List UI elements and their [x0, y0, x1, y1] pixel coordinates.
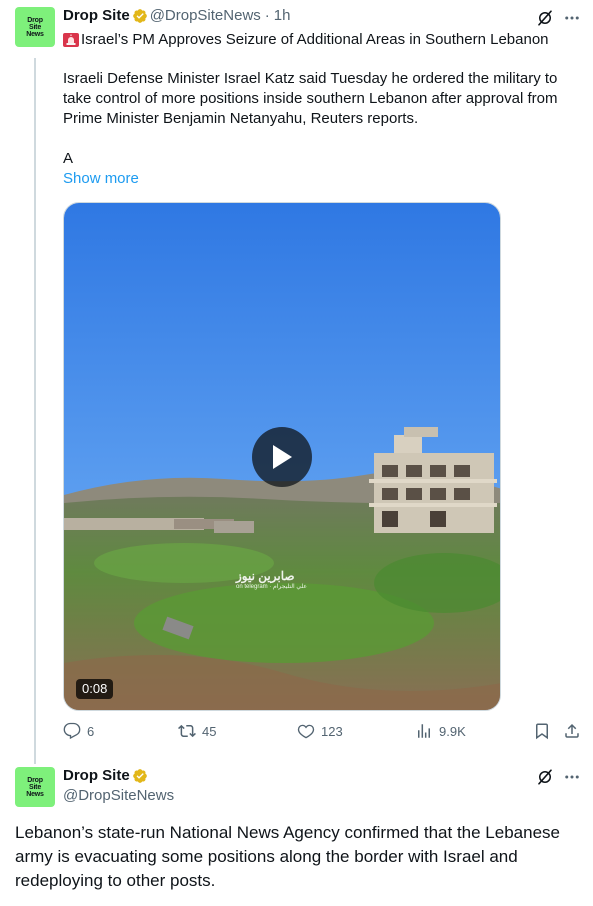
- bookmark-button[interactable]: [533, 722, 557, 740]
- more-options-icon[interactable]: [563, 768, 581, 786]
- avatar-text-3: News: [26, 790, 44, 798]
- bookmark-icon: [536, 723, 548, 740]
- headline-text: Israel’s PM Approves Seizure of Addition…: [81, 31, 549, 48]
- video-player[interactable]: صابرين نيوز on telegram · علي التليجرام …: [63, 202, 501, 711]
- separator-dot: ·: [264, 7, 270, 24]
- repost-count: 45: [202, 723, 217, 739]
- tweet-action-bar: 6 45 123 9.9K: [63, 722, 583, 744]
- tweet-body-text: Lebanon’s state-run National News Agency…: [15, 823, 560, 890]
- like-count: 123: [321, 723, 343, 739]
- reply-button[interactable]: 6: [63, 722, 94, 740]
- avatar[interactable]: Drop Site News: [15, 7, 55, 47]
- author-name[interactable]: Drop Site: [63, 767, 130, 784]
- avatar[interactable]: Drop Site News: [15, 767, 55, 807]
- author-handle[interactable]: @DropSiteNews: [63, 787, 174, 804]
- play-icon: [273, 445, 292, 469]
- share-button[interactable]: [563, 722, 587, 740]
- author-handle[interactable]: @DropSiteNews: [150, 7, 261, 24]
- tweet-body-text: Israeli Defense Minister Israel Katz sai…: [63, 70, 558, 127]
- share-icon: [565, 723, 579, 738]
- video-watermark: صابرين نيوز on telegram · علي التليجرام: [236, 569, 307, 590]
- play-button[interactable]: [252, 427, 312, 487]
- repost-icon: [178, 724, 196, 738]
- like-icon: [297, 724, 315, 739]
- author-name[interactable]: Drop Site: [63, 7, 130, 24]
- avatar-text-2: Site: [28, 783, 42, 791]
- grok-icon[interactable]: [536, 768, 554, 786]
- tweet-headline: Israel’s PM Approves Seizure of Addition…: [63, 30, 549, 50]
- gold-verified-badge-icon: [132, 768, 147, 783]
- timestamp[interactable]: 1h: [274, 7, 291, 24]
- more-options-icon[interactable]: [563, 9, 581, 27]
- views-button[interactable]: 9.9K: [415, 722, 466, 740]
- gold-verified-badge-icon: [132, 8, 147, 23]
- repost-button[interactable]: 45: [178, 722, 216, 740]
- views-icon: [418, 724, 430, 738]
- watermark-subtitle: on telegram · علي التليجرام: [236, 584, 307, 590]
- tweet-body-truncated: A: [63, 150, 74, 167]
- grok-icon[interactable]: [536, 9, 554, 27]
- views-count: 9.9K: [439, 723, 466, 739]
- avatar-text-2: Site: [28, 23, 42, 31]
- avatar-text-1: Drop: [27, 776, 43, 784]
- video-duration: 0:08: [76, 679, 114, 699]
- tweet-header: Drop Site @DropSiteNews · 1h: [63, 7, 290, 24]
- reply-count: 6: [87, 723, 95, 739]
- thread-connector-line: [34, 58, 36, 764]
- like-button[interactable]: 123: [297, 722, 343, 740]
- watermark-title: صابرين نيوز: [236, 569, 295, 583]
- avatar-text-3: News: [26, 30, 44, 38]
- show-more-link[interactable]: Show more: [63, 169, 139, 189]
- siren-emoji-icon: [63, 33, 79, 47]
- reply-icon: [63, 722, 81, 740]
- avatar-text-1: Drop: [27, 16, 43, 24]
- tweet-header: Drop Site: [63, 767, 150, 784]
